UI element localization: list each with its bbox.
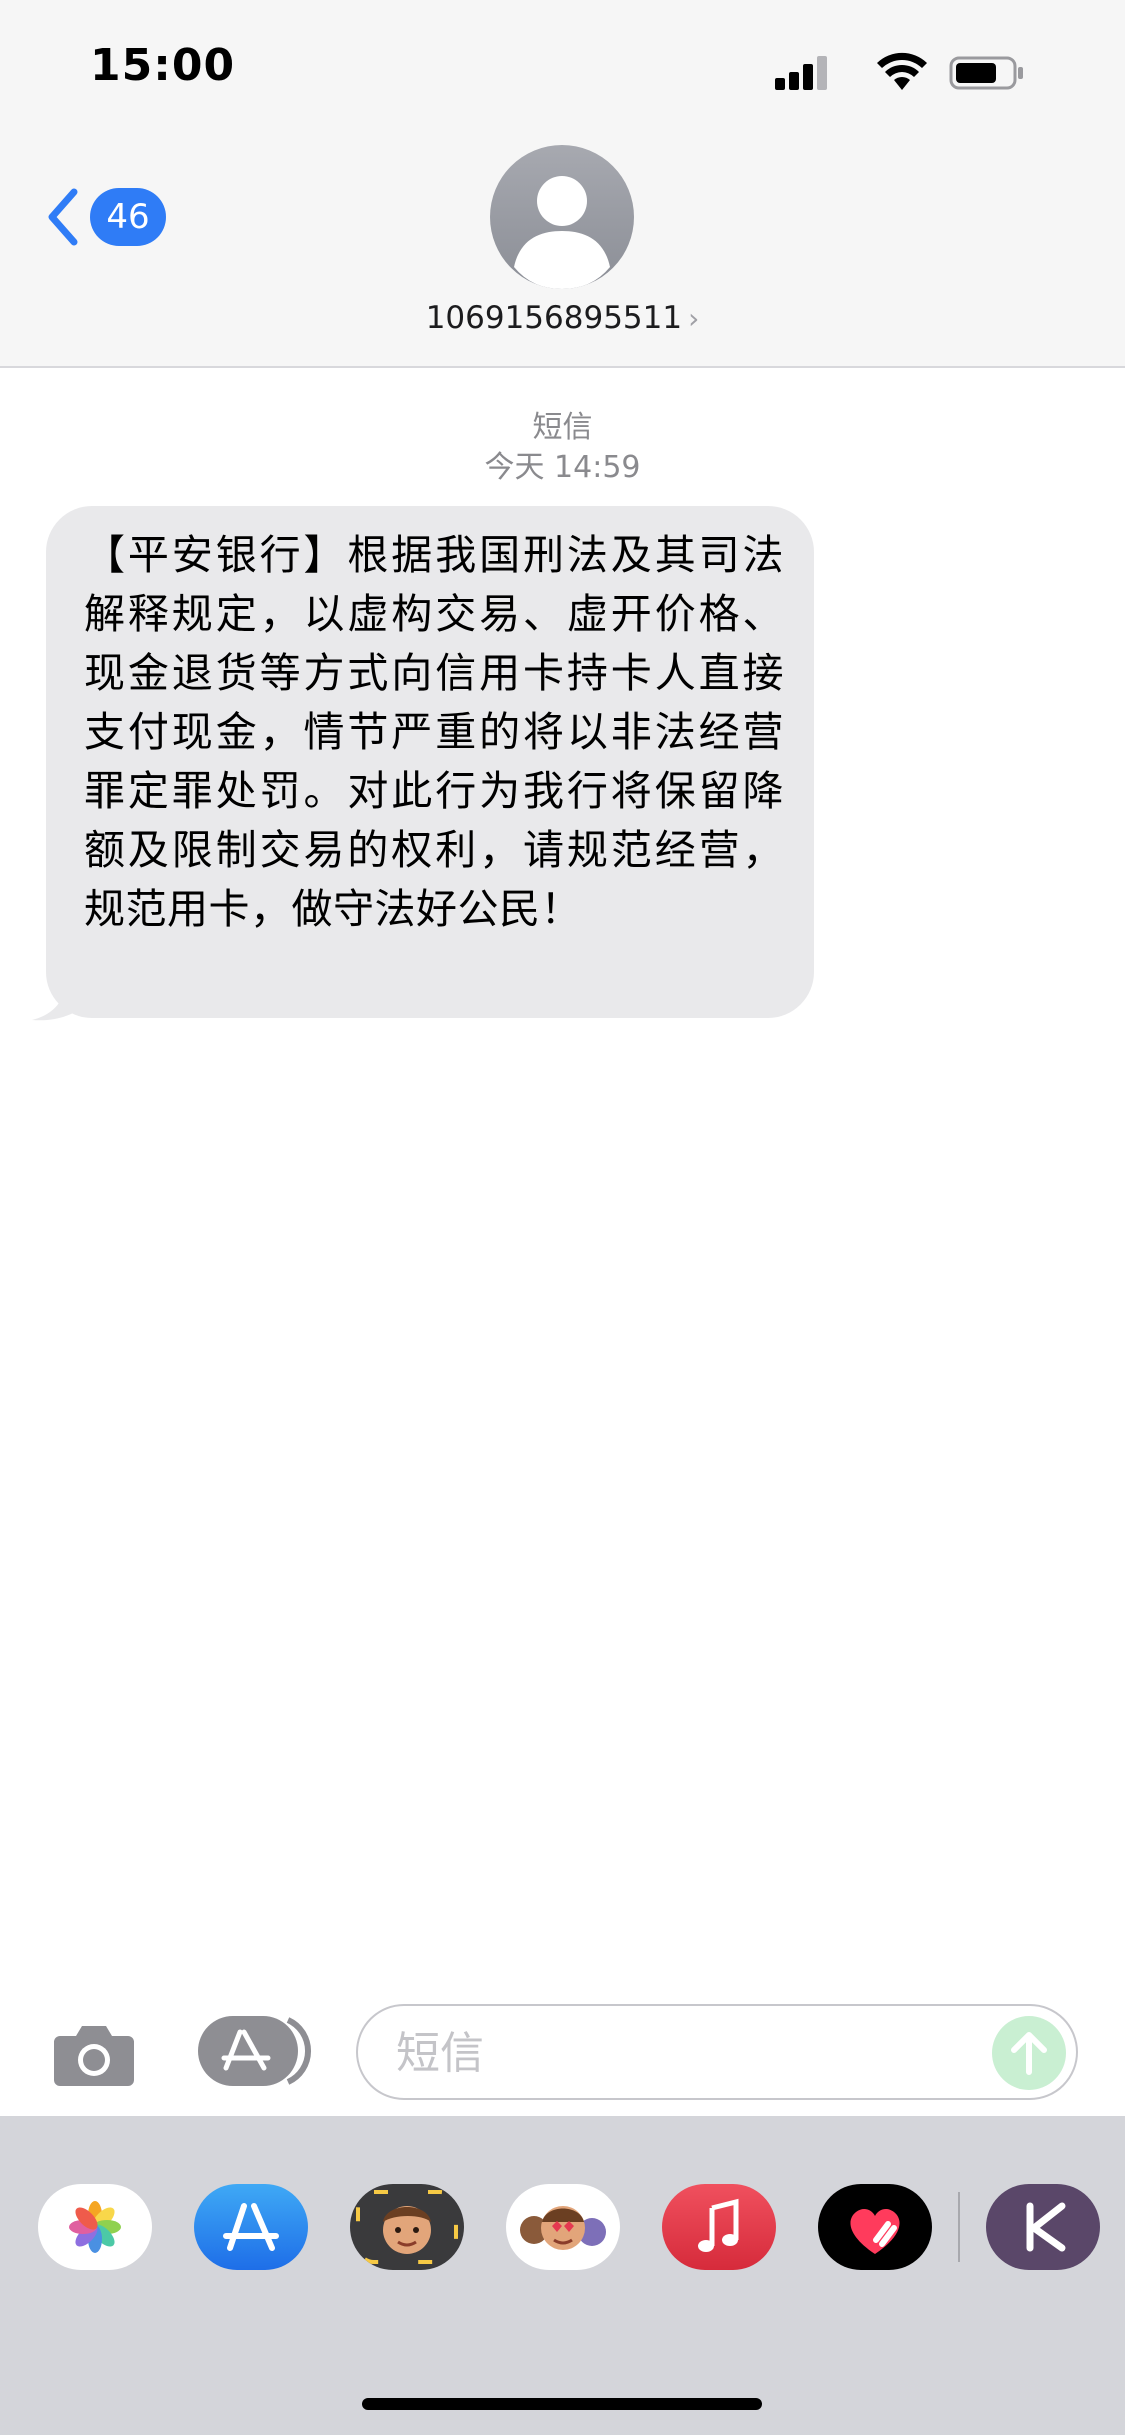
- music-app[interactable]: [662, 2184, 776, 2270]
- home-indicator[interactable]: [362, 2398, 762, 2410]
- chevron-right-icon: ›: [688, 302, 700, 335]
- app-store-app[interactable]: [194, 2184, 308, 2270]
- tray-divider: [958, 2192, 960, 2262]
- photos-app[interactable]: [38, 2184, 152, 2270]
- keep-app[interactable]: [986, 2184, 1100, 2270]
- app-store-drawer-icon[interactable]: [196, 2014, 312, 2088]
- animoji-faces-icon: [520, 2206, 606, 2250]
- app-store-icon: [223, 2203, 279, 2251]
- back-button[interactable]: 46: [44, 186, 166, 248]
- contact-avatar[interactable]: [490, 145, 634, 289]
- cellular-signal-icon: [775, 56, 827, 90]
- send-button[interactable]: [992, 2016, 1066, 2090]
- keep-k-icon: [1026, 2202, 1066, 2252]
- photos-flower-icon: [69, 2201, 121, 2253]
- wifi-icon: [877, 52, 927, 90]
- battery-icon: [949, 56, 1023, 90]
- unread-count-badge: 46: [90, 188, 166, 246]
- composer-bar: [0, 1996, 1125, 2106]
- memoji-sticker-app[interactable]: [350, 2184, 464, 2270]
- navigation-header: 15:00 46 1069156895511 ›: [0, 0, 1125, 368]
- contact-number: 1069156895511: [425, 300, 683, 336]
- person-silhouette-icon: [514, 176, 610, 289]
- arrow-up-icon: [1011, 2032, 1047, 2075]
- digital-touch-app[interactable]: [818, 2184, 932, 2270]
- memoji-face-icon: [356, 2190, 458, 2264]
- message-timestamp: 今天 14:59: [484, 450, 641, 485]
- service-label: 短信: [532, 410, 593, 445]
- message-text: 【平安银行】根据我国刑法及其司法解释规定，以虚构交易、虚开价格、现金退货等方式向…: [84, 531, 784, 933]
- contact-title[interactable]: 1069156895511 ›: [0, 300, 1125, 336]
- incoming-message-bubble[interactable]: 【平安银行】根据我国刑法及其司法解释规定，以虚构交易、虚开价格、现金退货等方式向…: [46, 506, 814, 1018]
- status-time: 15:00: [90, 40, 236, 91]
- camera-icon[interactable]: [52, 2018, 136, 2088]
- chevron-left-icon: [48, 188, 78, 246]
- heart-hand-icon: [850, 2209, 900, 2254]
- message-input[interactable]: [394, 2006, 978, 2100]
- animoji-app[interactable]: [506, 2184, 620, 2270]
- imessage-app-tray: [0, 2116, 1125, 2435]
- message-input-field[interactable]: [356, 2004, 1078, 2100]
- music-note-icon: [698, 2198, 739, 2252]
